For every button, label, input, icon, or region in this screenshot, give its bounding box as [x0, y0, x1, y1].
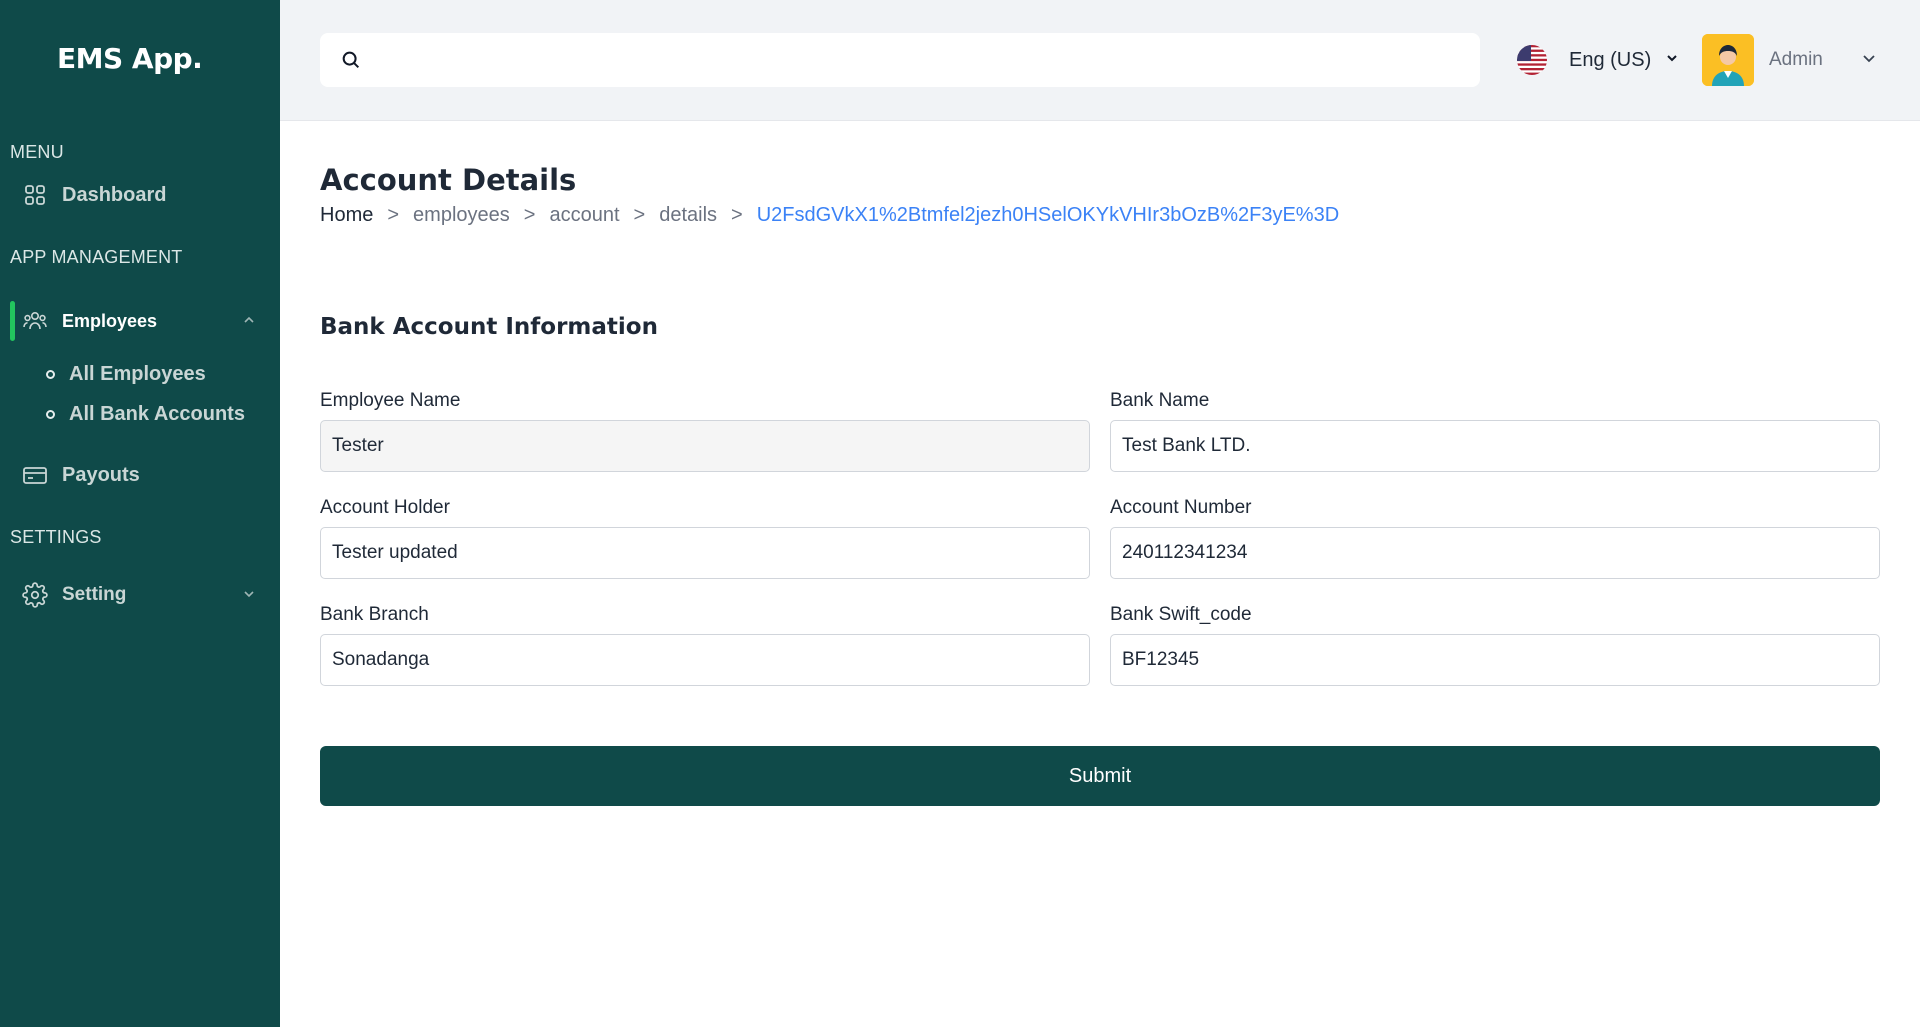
users-icon: [22, 308, 48, 334]
sidebar-subitem-label: All Employees: [69, 363, 206, 385]
bullet-icon: [46, 410, 55, 419]
account-number-label: Account Number: [1110, 497, 1252, 518]
user-name: Admin: [1769, 49, 1823, 70]
bank-name-field[interactable]: [1110, 420, 1880, 472]
user-menu[interactable]: Admin: [1702, 34, 1877, 86]
chevron-down-icon: [1861, 50, 1877, 71]
sidebar-item-payouts[interactable]: Payouts: [10, 455, 270, 495]
sidebar: EMS App. MENU Dashboard APP MANAGEMENT E…: [0, 0, 280, 1027]
bank-branch-field[interactable]: [320, 634, 1090, 686]
chevron-down-icon: [1665, 51, 1679, 70]
breadcrumb-account[interactable]: account: [549, 204, 619, 227]
breadcrumb-separator: >: [523, 204, 536, 226]
section-label-settings: SETTINGS: [10, 527, 102, 547]
sidebar-subitem-all-bank-accounts[interactable]: All Bank Accounts: [46, 403, 245, 426]
language-label: Eng (US): [1569, 48, 1652, 71]
sidebar-item-label: Setting: [62, 584, 127, 605]
breadcrumb-separator: >: [387, 204, 400, 226]
breadcrumb-separator: >: [731, 204, 743, 226]
section-label-menu: MENU: [10, 142, 64, 162]
bank-branch-label: Bank Branch: [320, 604, 429, 625]
us-flag-icon: [1517, 45, 1547, 75]
credit-card-icon: [22, 462, 48, 488]
topbar: Eng (US) Admin: [280, 0, 1920, 121]
employee-name-label: Employee Name: [320, 390, 461, 411]
sidebar-item-label: Payouts: [62, 463, 140, 486]
sidebar-item-label: Employees: [62, 310, 158, 331]
breadcrumb: Home > employees > account > details > U…: [320, 204, 1339, 227]
breadcrumb-separator: >: [633, 204, 646, 226]
form-title: Bank Account Information: [320, 314, 658, 340]
swift-code-field[interactable]: [1110, 634, 1880, 686]
sidebar-item-dashboard[interactable]: Dashboard: [10, 175, 270, 215]
chevron-up-icon: [242, 313, 256, 332]
submit-button[interactable]: Submit: [320, 746, 1880, 806]
account-holder-label: Account Holder: [320, 497, 450, 518]
sidebar-subitem-label: All Bank Accounts: [69, 403, 245, 425]
sidebar-item-label: Dashboard: [62, 183, 167, 206]
bank-name-label: Bank Name: [1110, 390, 1210, 411]
page-title: Account Details: [320, 163, 577, 197]
bullet-icon: [46, 370, 55, 379]
breadcrumb-details[interactable]: details: [659, 204, 717, 227]
search-input[interactable]: [374, 33, 1480, 87]
sidebar-item-employees[interactable]: Employees: [10, 301, 270, 341]
grid-icon: [22, 182, 48, 208]
app-brand[interactable]: EMS App.: [57, 42, 203, 75]
sidebar-subitem-all-employees[interactable]: All Employees: [46, 363, 206, 386]
language-selector[interactable]: Eng (US): [1517, 45, 1679, 75]
account-number-field[interactable]: [1110, 527, 1880, 579]
breadcrumb-current: U2FsdGVkX1%2Btmfel2jezh0HSelOKYkVHIr3bOz…: [756, 204, 1340, 226]
employee-name-field[interactable]: [320, 420, 1090, 472]
chevron-down-icon: [242, 587, 256, 606]
avatar: [1702, 34, 1754, 86]
search-icon[interactable]: [340, 49, 362, 71]
breadcrumb-home[interactable]: Home: [320, 204, 373, 227]
sidebar-item-setting[interactable]: Setting: [10, 575, 270, 615]
search-bar[interactable]: [320, 33, 1480, 87]
swift-code-label: Bank Swift_code: [1110, 604, 1252, 625]
gear-icon: [22, 582, 48, 608]
breadcrumb-employees[interactable]: employees: [413, 204, 510, 227]
section-label-app-management: APP MANAGEMENT: [10, 247, 183, 267]
account-holder-field[interactable]: [320, 527, 1090, 579]
